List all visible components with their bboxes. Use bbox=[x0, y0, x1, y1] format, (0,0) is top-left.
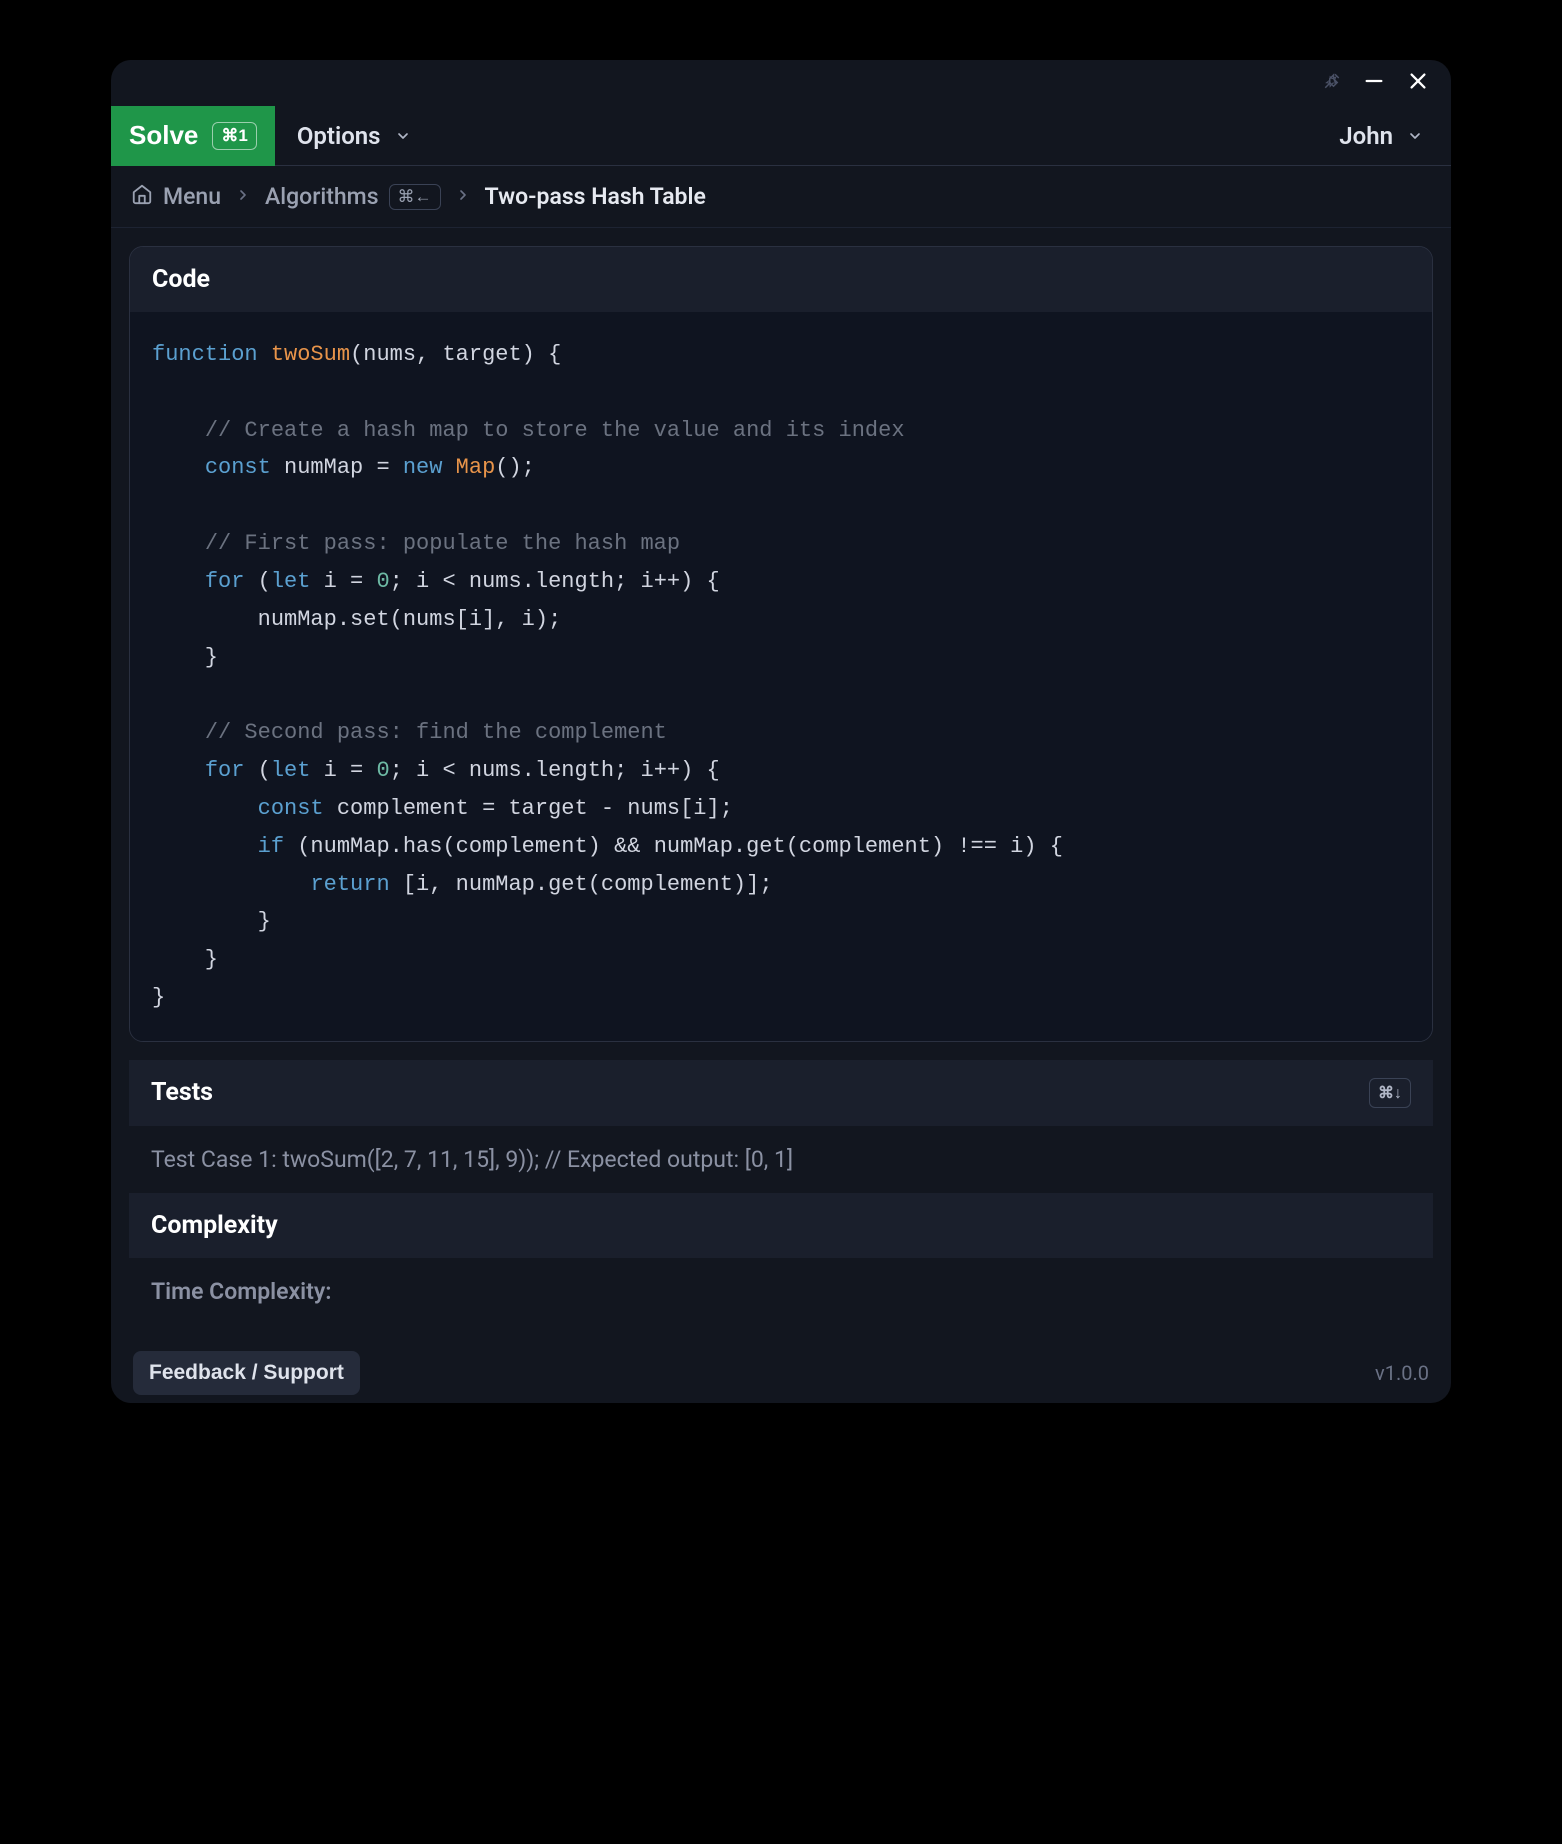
tests-body: Test Case 1: twoSum([2, 7, 11, 15], 9));… bbox=[129, 1126, 1433, 1193]
footer: Feedback / Support v1.0.0 bbox=[111, 1343, 1451, 1403]
code-panel: Code function twoSum(nums, target) { // … bbox=[129, 246, 1433, 1042]
version-label: v1.0.0 bbox=[1375, 1361, 1429, 1385]
breadcrumb-home[interactable]: Menu bbox=[131, 183, 221, 211]
algorithms-shortcut-badge: ⌘← bbox=[389, 184, 441, 210]
chevron-down-icon bbox=[395, 122, 411, 150]
user-menu-button[interactable]: John bbox=[1339, 122, 1431, 150]
close-icon[interactable] bbox=[1407, 70, 1429, 96]
chevron-down-icon bbox=[1407, 122, 1423, 150]
options-button[interactable]: Options bbox=[275, 106, 433, 166]
titlebar bbox=[111, 60, 1451, 106]
test-case-text: Test Case 1: twoSum([2, 7, 11, 15], 9));… bbox=[151, 1146, 793, 1173]
home-icon bbox=[131, 183, 153, 211]
complexity-body: Time Complexity: bbox=[129, 1258, 1433, 1325]
options-label: Options bbox=[297, 122, 381, 150]
solve-button-label: Solve bbox=[129, 120, 198, 151]
user-label: John bbox=[1339, 122, 1393, 150]
complexity-title: Complexity bbox=[151, 1211, 278, 1240]
complexity-text: Time Complexity: bbox=[151, 1278, 332, 1305]
complexity-header: Complexity bbox=[129, 1193, 1433, 1258]
feedback-label: Feedback / Support bbox=[149, 1361, 344, 1384]
breadcrumb-current: Two-pass Hash Table bbox=[485, 183, 706, 210]
chevron-right-icon bbox=[235, 187, 251, 207]
chevron-right-icon bbox=[455, 187, 471, 207]
breadcrumb-algorithms[interactable]: Algorithms ⌘← bbox=[265, 183, 441, 210]
minimize-icon[interactable] bbox=[1363, 70, 1385, 96]
complexity-section: Complexity Time Complexity: bbox=[129, 1193, 1433, 1325]
breadcrumb-current-label: Two-pass Hash Table bbox=[485, 183, 706, 210]
breadcrumb-menu-label: Menu bbox=[163, 183, 221, 210]
breadcrumb: Menu Algorithms ⌘← Two-pass Hash Table bbox=[111, 166, 1451, 228]
tests-section: Tests ⌘↓ Test Case 1: twoSum([2, 7, 11, … bbox=[129, 1060, 1433, 1193]
tests-shortcut-badge: ⌘↓ bbox=[1369, 1078, 1411, 1108]
breadcrumb-algorithms-label: Algorithms bbox=[265, 183, 379, 210]
solve-shortcut-badge: ⌘1 bbox=[212, 122, 256, 150]
content: Code function twoSum(nums, target) { // … bbox=[111, 228, 1451, 1343]
tests-title: Tests bbox=[151, 1078, 213, 1107]
app-window: Solve ⌘1 Options John bbox=[111, 60, 1451, 1403]
code-editor[interactable]: function twoSum(nums, target) { // Creat… bbox=[152, 336, 1410, 1017]
tests-header: Tests ⌘↓ bbox=[129, 1060, 1433, 1126]
feedback-button[interactable]: Feedback / Support bbox=[133, 1351, 360, 1395]
solve-button[interactable]: Solve ⌘1 bbox=[111, 106, 275, 166]
code-panel-title: Code bbox=[152, 265, 210, 294]
code-panel-body: function twoSum(nums, target) { // Creat… bbox=[130, 312, 1432, 1041]
lower-sections: Tests ⌘↓ Test Case 1: twoSum([2, 7, 11, … bbox=[129, 1060, 1433, 1325]
code-panel-header: Code bbox=[130, 247, 1432, 312]
pin-icon[interactable] bbox=[1323, 72, 1341, 94]
toolbar: Solve ⌘1 Options John bbox=[111, 106, 1451, 166]
